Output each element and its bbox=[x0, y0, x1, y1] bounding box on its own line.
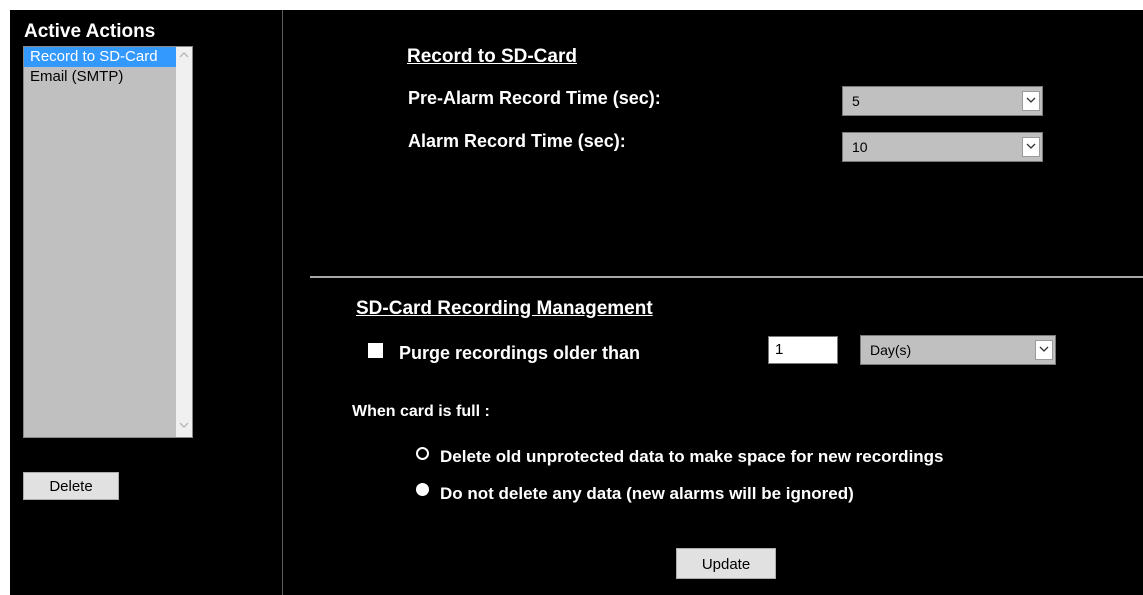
alarm-actions-panel: Active Actions Record to SD-Card Email (… bbox=[10, 10, 1143, 595]
radio-delete-old[interactable] bbox=[416, 447, 429, 460]
purge-checkbox[interactable] bbox=[368, 343, 383, 358]
purge-unit-value: Day(s) bbox=[870, 342, 912, 358]
alarm-label: Alarm Record Time (sec): bbox=[408, 131, 626, 151]
scroll-up-icon[interactable] bbox=[176, 49, 192, 65]
radio-do-not-delete-label: Do not delete any data (new alarms will … bbox=[440, 484, 854, 503]
pre-alarm-select[interactable]: 5 bbox=[842, 86, 1043, 116]
alarm-select[interactable]: 10 bbox=[842, 132, 1043, 162]
list-item-email-smtp[interactable]: Email (SMTP) bbox=[24, 67, 176, 87]
section-divider bbox=[310, 276, 1143, 278]
scroll-down-icon[interactable] bbox=[176, 419, 192, 435]
purge-unit-select[interactable]: Day(s) bbox=[860, 335, 1056, 365]
purge-amount-input[interactable]: 1 bbox=[768, 336, 838, 364]
vertical-divider bbox=[282, 10, 283, 595]
radio-delete-old-label: Delete old unprotected data to make spac… bbox=[440, 447, 944, 466]
management-title: SD-Card Recording Management bbox=[356, 298, 653, 319]
active-actions-title: Active Actions bbox=[24, 21, 156, 42]
chevron-down-icon bbox=[1035, 340, 1053, 360]
delete-button[interactable]: Delete bbox=[23, 472, 119, 500]
pre-alarm-label: Pre-Alarm Record Time (sec): bbox=[408, 88, 661, 108]
alarm-value: 10 bbox=[852, 139, 868, 155]
list-item-record-sd[interactable]: Record to SD-Card bbox=[24, 47, 176, 67]
list-scrollbar[interactable] bbox=[176, 47, 192, 437]
card-full-label: When card is full : bbox=[352, 403, 490, 420]
pre-alarm-value: 5 bbox=[852, 93, 860, 109]
update-button[interactable]: Update bbox=[676, 548, 776, 579]
purge-label: Purge recordings older than bbox=[399, 343, 641, 363]
record-section-title: Record to SD-Card bbox=[407, 46, 577, 67]
radio-do-not-delete[interactable] bbox=[416, 483, 429, 496]
active-actions-list[interactable]: Record to SD-Card Email (SMTP) bbox=[23, 46, 193, 438]
chevron-down-icon bbox=[1022, 137, 1040, 157]
chevron-down-icon bbox=[1022, 91, 1040, 111]
